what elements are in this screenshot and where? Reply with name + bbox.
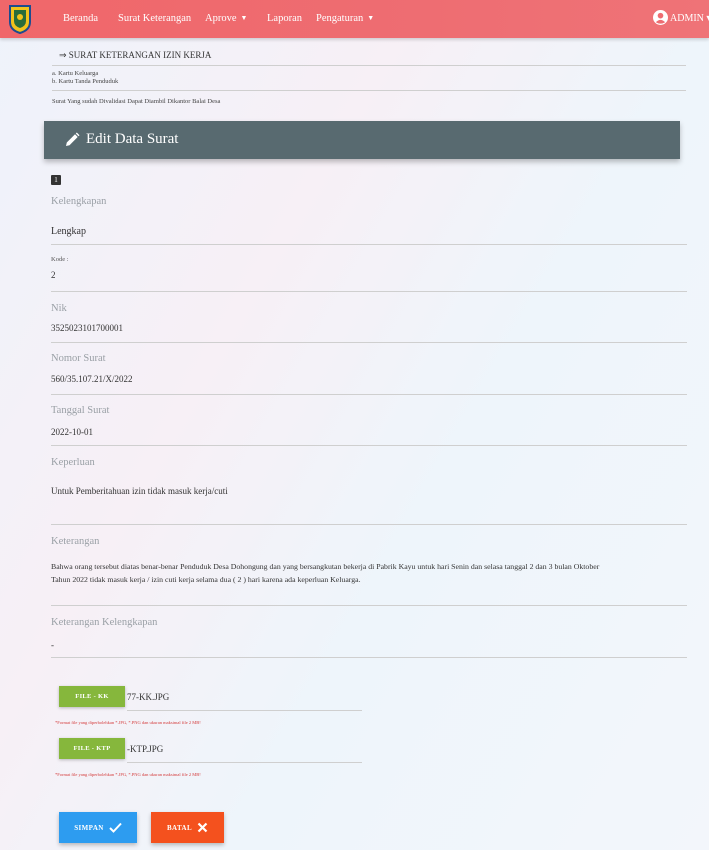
admin-label: ADMIN <box>670 13 704 24</box>
kelengkapan-label: Kelengkapan <box>51 196 107 207</box>
nav-pengaturan[interactable]: Pengaturan ▼ <box>316 13 374 24</box>
nik-field[interactable]: 3525023101700001 <box>51 323 123 333</box>
field-underline <box>51 524 687 525</box>
nav-beranda[interactable]: Beranda <box>63 13 98 24</box>
check-icon <box>109 822 122 833</box>
field-underline <box>51 657 687 658</box>
tanggal-surat-label: Tanggal Surat <box>51 405 110 416</box>
letter-heading: ⇒ SURAT KETERANGAN IZIN KERJA <box>59 50 212 60</box>
field-underline <box>51 291 687 292</box>
field-underline <box>51 342 687 343</box>
nav-surat-keterangan[interactable]: Surat Keterangan <box>118 13 191 24</box>
divider <box>52 65 686 66</box>
file-kk-hint: *Format file yang diperbolehkan *.JPG, *… <box>55 720 201 725</box>
chevron-down-icon: ▼ <box>240 14 248 22</box>
file-ktp-name[interactable]: -KTP.JPG <box>127 744 163 754</box>
keterangan-kelengkapan-field[interactable]: - <box>51 640 54 650</box>
user-icon <box>653 10 668 25</box>
nomor-surat-field[interactable]: 560/35.107.21/X/2022 <box>51 374 133 384</box>
divider <box>52 90 686 91</box>
close-icon <box>197 822 208 833</box>
requirement-item: a. Kartu Keluarga <box>52 70 99 77</box>
nav-laporan[interactable]: Laporan <box>267 13 302 24</box>
keterangan-label: Keterangan <box>51 536 100 547</box>
save-label: SIMPAN <box>74 823 104 832</box>
kelengkapan-select[interactable]: Lengkap <box>51 226 86 237</box>
admin-menu[interactable]: ADMIN ▾ <box>653 10 709 25</box>
edit-header: Edit Data Surat <box>44 121 680 159</box>
record-badge: 1 <box>51 175 61 185</box>
cancel-button[interactable]: BATAL <box>151 812 224 843</box>
kode-label: Kode : <box>51 256 69 263</box>
regency-logo[interactable] <box>7 4 33 34</box>
chevron-down-icon: ▼ <box>367 14 375 22</box>
kode-field[interactable]: 2 <box>51 270 56 280</box>
field-underline <box>51 605 687 606</box>
file-kk-underline <box>127 710 362 711</box>
pencil-icon <box>66 132 80 146</box>
field-underline <box>51 445 687 446</box>
nav-pengaturan-label: Pengaturan <box>316 13 364 24</box>
field-underline <box>51 394 687 395</box>
requirement-item: b. Kartu Tanda Penduduk <box>52 78 119 85</box>
admin-caret: ▾ <box>706 13 709 24</box>
file-kk-name[interactable]: 77-KK.JPG <box>127 692 169 702</box>
file-kk-button[interactable]: FILE - KK <box>59 686 125 707</box>
tanggal-surat-field[interactable]: 2022-10-01 <box>51 427 93 437</box>
keterangan-textarea[interactable]: Bahwa orang tersebut diatas benar-benar … <box>51 562 687 584</box>
keterangan-line: Tahun 2022 tidak masuk kerja / izin cuti… <box>51 575 361 584</box>
file-ktp-hint: *Format file yang diperbolehkan *.JPG, *… <box>55 772 201 777</box>
letter-note: Surat Yang sudah Divalidasi Dapat Diambi… <box>52 98 221 105</box>
file-ktp-button[interactable]: FILE - KTP <box>59 738 125 759</box>
save-button[interactable]: SIMPAN <box>59 812 137 843</box>
keterangan-line: Bahwa orang tersebut diatas benar-benar … <box>51 562 600 571</box>
nomor-surat-label: Nomor Surat <box>51 353 106 364</box>
nav-aprove[interactable]: Aprove ▼ <box>205 13 247 24</box>
keperluan-label: Keperluan <box>51 457 95 468</box>
edit-title: Edit Data Surat <box>86 131 179 147</box>
keperluan-textarea[interactable]: Untuk Pemberitahuan izin tidak masuk ker… <box>51 486 228 496</box>
navbar: Beranda Surat Keterangan Aprove ▼ Laporan… <box>0 0 709 38</box>
keterangan-kelengkapan-label: Keterangan Kelengkapan <box>51 617 158 628</box>
file-ktp-underline <box>127 762 362 763</box>
field-underline <box>51 244 687 245</box>
nav-aprove-label: Aprove <box>205 13 237 24</box>
nik-label: Nik <box>51 303 67 314</box>
cancel-label: BATAL <box>166 823 193 832</box>
